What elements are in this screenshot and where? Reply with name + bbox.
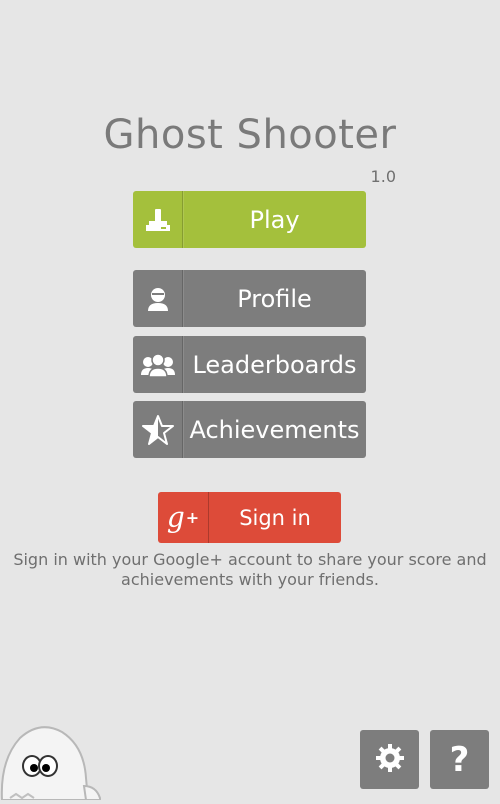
star-icon — [133, 401, 183, 458]
gear-icon — [375, 743, 405, 777]
person-icon — [133, 270, 183, 327]
help-label: ? — [449, 739, 470, 780]
achievements-button[interactable]: Achievements — [133, 401, 366, 458]
group-icon — [133, 336, 183, 393]
app-title: Ghost Shooter — [103, 112, 397, 158]
help-button[interactable]: ? — [430, 730, 489, 789]
settings-button[interactable] — [360, 730, 419, 789]
ghost-mascot — [0, 720, 110, 804]
achievements-label: Achievements — [189, 415, 360, 444]
joystick-icon — [133, 191, 183, 248]
signin-label: Sign in — [239, 505, 311, 530]
google-plus-icon: g + — [158, 492, 209, 543]
version-label: 1.0 — [370, 167, 396, 186]
leaderboards-button[interactable]: Leaderboards — [133, 336, 366, 393]
google-signin-button[interactable]: g + Sign in — [158, 492, 341, 543]
profile-label: Profile — [237, 284, 312, 313]
play-button[interactable]: Play — [133, 191, 366, 248]
leaderboards-label: Leaderboards — [192, 350, 357, 379]
play-label: Play — [249, 205, 300, 234]
profile-button[interactable]: Profile — [133, 270, 366, 327]
signin-description: Sign in with your Google+ account to sha… — [13, 550, 487, 589]
